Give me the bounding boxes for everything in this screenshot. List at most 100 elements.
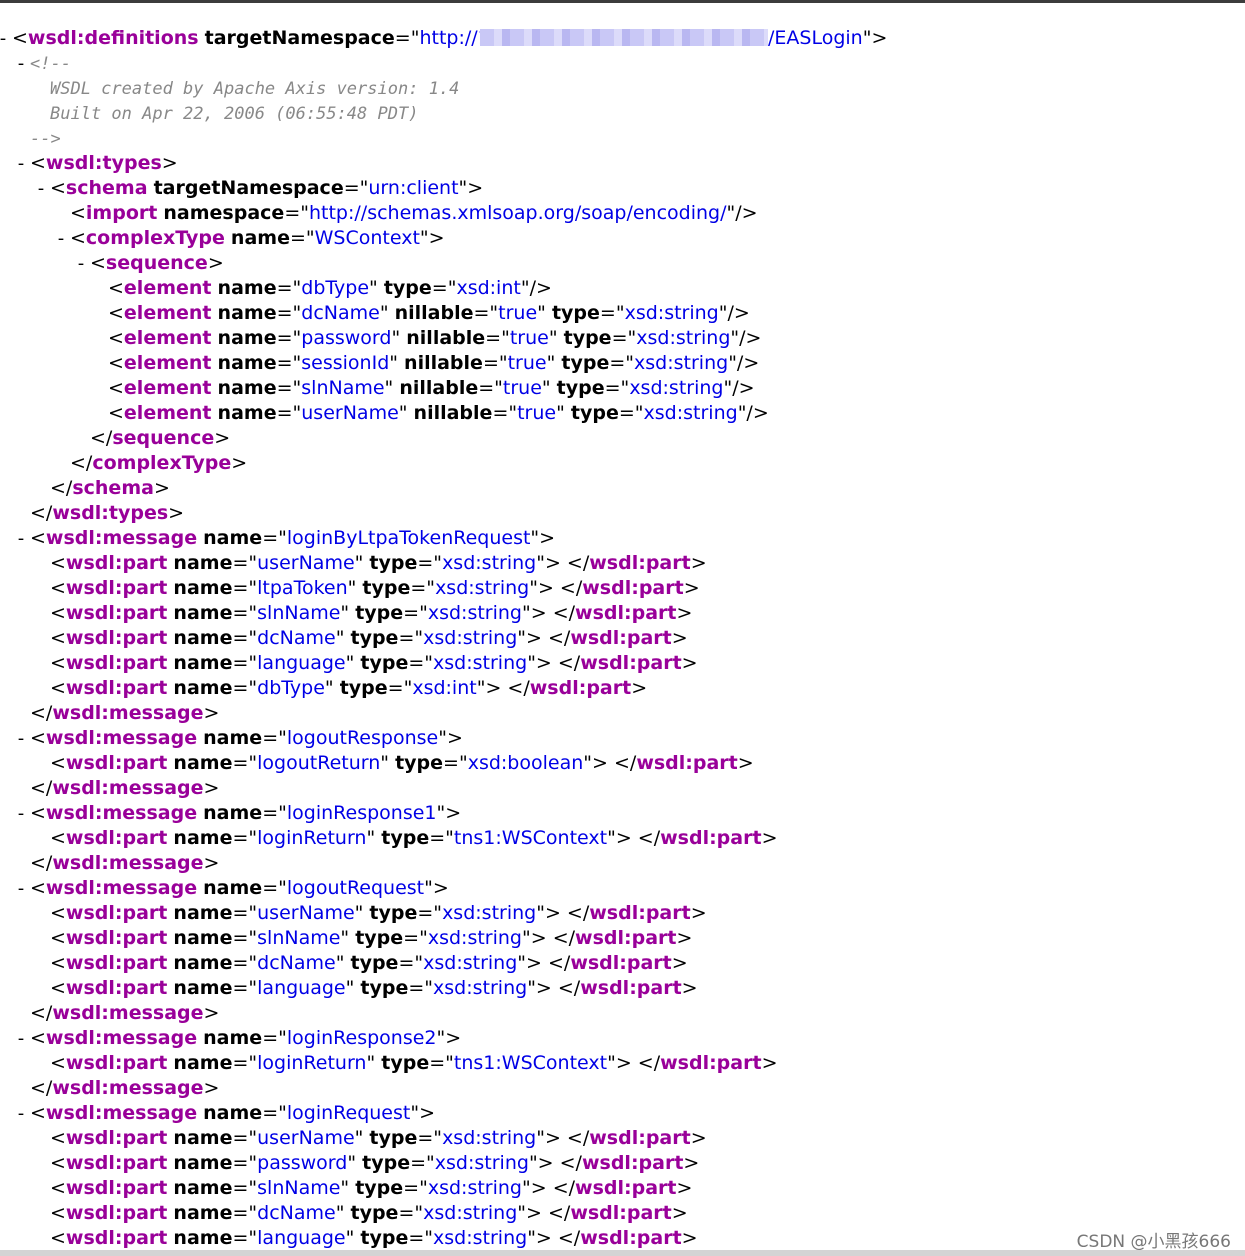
xml-line-content: <wsdl:part name="loginReturn" type="tns1… [50, 1051, 777, 1076]
xml-punctuation: > [737, 752, 754, 774]
collapse-toggle-icon[interactable]: - [74, 251, 88, 276]
xml-punctuation: " [347, 577, 363, 599]
tag-name: wsdl:part [65, 577, 168, 599]
attribute-value: xsd:string [433, 977, 528, 999]
collapse-toggle-icon[interactable]: - [14, 1026, 28, 1051]
xml-punctuation: " [354, 902, 370, 924]
attribute-name: name [173, 902, 233, 924]
xml-punctuation: =" [262, 727, 287, 749]
attribute-name: type [395, 752, 444, 774]
xml-punctuation: " [546, 352, 562, 374]
xml-punctuation: =" [232, 977, 258, 999]
xml-punctuation: =" [232, 1177, 258, 1199]
tag-name: wsdl:part [570, 1202, 672, 1224]
attribute-name: name [203, 877, 263, 899]
attribute-name: name [173, 677, 233, 699]
attribute-value: http://schemas.xmlsoap.org/soap/encoding… [308, 202, 727, 224]
xml-line-content: <wsdl:part name="dcName" type="xsd:strin… [50, 1201, 688, 1226]
tag-name: wsdl:message [52, 852, 204, 874]
xml-line: - <wsdl:message name="loginRequest"> [0, 1101, 1245, 1126]
xml-comment-line: Built on Apr 22, 2006 (06:55:48 PDT) [0, 101, 1245, 126]
xml-punctuation: =" [284, 202, 309, 224]
tag-name: wsdl:part [575, 1177, 677, 1199]
xml-punctuation: > [203, 1002, 220, 1024]
xml-line-content: WSDL created by Apache Axis version: 1.4 [50, 76, 459, 102]
tag-name: wsdl:message [45, 1102, 198, 1124]
xml-punctuation: =" [431, 277, 457, 299]
attribute-name: name [173, 952, 233, 974]
tag-name: sequence [112, 427, 215, 449]
xml-punctuation: "> [424, 877, 449, 899]
tag-name: complexType [85, 227, 225, 249]
attribute-value: WSContext [314, 227, 420, 249]
attribute-value: language [257, 977, 346, 999]
attribute-name: type [551, 302, 600, 324]
xml-punctuation: < [108, 352, 124, 374]
attribute-value: dcName [257, 1202, 336, 1224]
xml-punctuation: > [761, 827, 778, 849]
attribute-value: dcName [301, 302, 380, 324]
xml-punctuation: "> </ [517, 1202, 571, 1224]
xml-punctuation: > [168, 502, 185, 524]
xml-punctuation: > [214, 427, 231, 449]
attribute-name: nillable [399, 377, 479, 399]
attribute-name: type [563, 327, 612, 349]
xml-punctuation: < [70, 202, 86, 224]
collapse-toggle-icon[interactable]: - [14, 726, 28, 751]
xml-line: <wsdl:part name="password" type="xsd:str… [0, 1151, 1245, 1176]
xml-punctuation: </ [30, 502, 53, 524]
xml-line-content: <wsdl:part name="userName" type="xsd:str… [50, 551, 707, 576]
attribute-value: language [257, 1227, 346, 1249]
attribute-value: true [507, 352, 547, 374]
attribute-name: name [173, 1202, 233, 1224]
attribute-value: true [498, 302, 538, 324]
xml-line-continuation: /EASLogin"> [768, 26, 887, 51]
attribute-name: type [369, 552, 418, 574]
attribute-value: loginResponse1 [286, 802, 437, 824]
attribute-value: logoutRequest [286, 877, 425, 899]
xml-punctuation: =" [232, 1127, 258, 1149]
tag-name: wsdl:part [575, 602, 677, 624]
xml-punctuation: "> </ [536, 902, 590, 924]
attribute-name: name [173, 1227, 233, 1249]
collapse-toggle-icon[interactable]: - [34, 176, 48, 201]
horizontal-scrollbar[interactable] [0, 1250, 1245, 1256]
xml-punctuation: =" [478, 377, 503, 399]
collapse-toggle-icon[interactable]: - [14, 1101, 28, 1126]
xml-punctuation: " [345, 1227, 361, 1249]
collapse-toggle-icon[interactable]: - [14, 526, 28, 551]
attribute-value: userName [257, 552, 355, 574]
collapse-toggle-icon[interactable]: - [14, 151, 28, 176]
xml-punctuation: =" [604, 377, 630, 399]
xml-line-content: <wsdl:part name="dbType" type="xsd:int">… [50, 676, 647, 701]
collapse-toggle-icon[interactable]: - [14, 801, 28, 826]
collapse-toggle-icon[interactable]: - [14, 51, 28, 76]
xml-punctuation: < [50, 952, 66, 974]
collapse-toggle-icon[interactable]: - [0, 26, 10, 51]
xml-line-content: <wsdl:message name="loginRequest"> [30, 1101, 435, 1126]
xml-punctuation: < [50, 552, 66, 574]
xml-punctuation: " [384, 377, 400, 399]
tag-name: wsdl:part [580, 1227, 682, 1249]
xml-line: </complexType> [0, 451, 1245, 476]
xml-punctuation: > [153, 477, 170, 499]
collapse-toggle-icon[interactable]: - [14, 876, 28, 901]
attribute-name: nillable [394, 302, 474, 324]
xml-punctuation: > [631, 677, 648, 699]
attribute-name: type [350, 1202, 399, 1224]
xml-punctuation: < [30, 802, 46, 824]
xml-punctuation: =" [408, 977, 434, 999]
xml-punctuation: < [50, 1052, 66, 1074]
xml-punctuation: =" [387, 677, 413, 699]
xml-line: <wsdl:part name="logoutReturn" type="xsd… [0, 751, 1245, 776]
collapse-toggle-icon[interactable]: - [54, 226, 68, 251]
xml-punctuation: < [30, 527, 46, 549]
xml-line: <wsdl:part name="slnName" type="xsd:stri… [0, 926, 1245, 951]
xml-punctuation: > [683, 1152, 700, 1174]
attribute-name: type [350, 952, 399, 974]
xml-line: <element name="sessionId" nillable="true… [0, 351, 1245, 376]
tag-name: wsdl:part [65, 1127, 168, 1149]
xml-punctuation: </ [30, 1077, 53, 1099]
xml-punctuation: "> [458, 177, 484, 199]
xml-line-content: <!-- [30, 51, 71, 77]
